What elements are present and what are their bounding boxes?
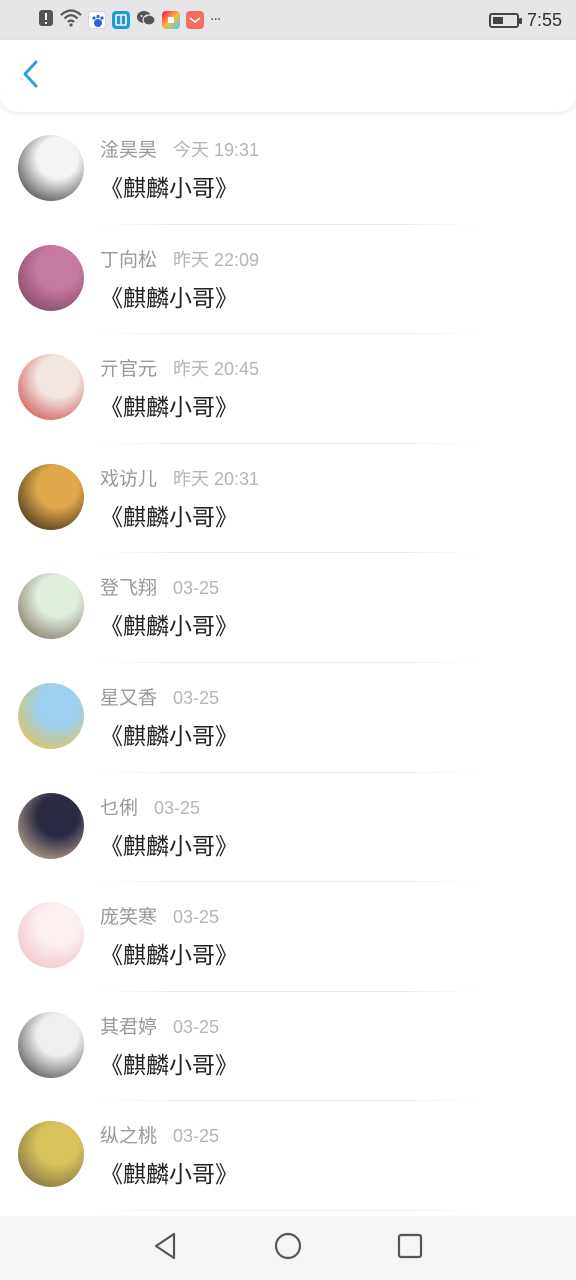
- message-time: 03-25: [154, 797, 201, 818]
- divider: [100, 1209, 476, 1211]
- message-list: 淦昊昊 今天 19:31 《麒麟小哥》 丁向松 昨天 22:09 《麒麟小哥》 亓官元 昨天 …: [0, 115, 576, 1215]
- sender-name: 其君婷: [100, 1015, 158, 1038]
- back-button[interactable]: [0, 40, 60, 112]
- avatar[interactable]: [18, 1121, 84, 1188]
- message-meta: 纵之桃 03-25: [100, 1121, 219, 1148]
- app-icon: [162, 11, 180, 29]
- battery-icon: [488, 12, 522, 28]
- message-meta: 星又香 03-25: [100, 683, 219, 710]
- message-time: 昨天 22:09: [173, 249, 260, 270]
- message-meta: 丁向松 昨天 22:09: [100, 245, 259, 272]
- message-meta: 其君婷 03-25: [100, 1012, 219, 1039]
- message-text: 《麒麟小哥》: [100, 943, 238, 970]
- wifi-icon: [60, 9, 82, 31]
- message-time: 03-25: [173, 1016, 220, 1037]
- status-bar: ··· 7:55: [0, 0, 576, 40]
- message-text: 《麒麟小哥》: [100, 614, 238, 641]
- more-notifications-icon: ···: [210, 12, 221, 28]
- avatar[interactable]: [18, 792, 84, 859]
- message-meta: 庞笑寒 03-25: [100, 902, 219, 929]
- chevron-left-icon: [20, 59, 40, 93]
- message-meta: 乜俐 03-25: [100, 793, 200, 820]
- list-item[interactable]: 纵之桃 03-25 《麒麟小哥》: [0, 1101, 576, 1211]
- nav-back-button[interactable]: [146, 1228, 186, 1268]
- sender-name: 乜俐: [100, 796, 139, 819]
- sender-name: 亓官元: [100, 358, 158, 381]
- message-text: 《麒麟小哥》: [100, 176, 238, 202]
- list-item[interactable]: 登飞翔 03-25 《麒麟小哥》: [0, 553, 576, 663]
- header: [0, 40, 576, 112]
- list-item[interactable]: 丁向松 昨天 22:09 《麒麟小哥》: [0, 225, 576, 335]
- avatar[interactable]: [18, 463, 84, 530]
- sender-name: 登飞翔: [100, 577, 158, 600]
- nav-back-triangle-icon: [152, 1231, 180, 1265]
- nav-recents-square-icon: [396, 1232, 424, 1264]
- nav-home-button[interactable]: [268, 1228, 308, 1268]
- baidu-app-icon: [88, 11, 106, 29]
- message-time: 03-25: [173, 578, 220, 599]
- avatar[interactable]: [18, 682, 84, 749]
- sender-name: 庞笑寒: [100, 906, 158, 929]
- message-time: 03-25: [173, 907, 220, 928]
- nav-home-circle-icon: [273, 1231, 303, 1265]
- message-text: 《麒麟小哥》: [100, 395, 238, 422]
- message-text: 《麒麟小哥》: [100, 833, 238, 860]
- list-item[interactable]: 乜俐 03-25 《麒麟小哥》: [0, 773, 576, 883]
- status-icons: ···: [38, 9, 221, 31]
- message-text: 《麒麟小哥》: [100, 1052, 238, 1079]
- sender-name: 淦昊昊: [100, 139, 158, 161]
- nav-recents-button[interactable]: [390, 1228, 430, 1268]
- avatar[interactable]: [18, 244, 84, 311]
- avatar[interactable]: [18, 135, 84, 201]
- message-time: 昨天 20:45: [173, 359, 260, 380]
- list-item[interactable]: 亓官元 昨天 20:45 《麒麟小哥》: [0, 334, 576, 444]
- list-item[interactable]: 庞笑寒 03-25 《麒麟小哥》: [0, 882, 576, 992]
- message-meta: 登飞翔 03-25: [100, 573, 219, 600]
- battery-level: [492, 16, 503, 24]
- message-meta: 亓官元 昨天 20:45: [100, 354, 259, 381]
- message-time: 03-25: [173, 687, 220, 708]
- sender-name: 纵之桃: [100, 1125, 158, 1148]
- avatar[interactable]: [18, 902, 84, 969]
- sender-name: 丁向松: [100, 248, 158, 271]
- message-time: 今天 19:31: [173, 140, 260, 160]
- sender-name: 星又香: [100, 686, 158, 709]
- system-nav-bar: [0, 1216, 576, 1280]
- book-app-icon: [112, 11, 130, 29]
- list-item[interactable]: 淦昊昊 今天 19:31 《麒麟小哥》: [0, 115, 576, 225]
- list-item[interactable]: 戏访儿 昨天 20:31 《麒麟小哥》: [0, 444, 576, 554]
- status-right: 7:55: [488, 9, 562, 31]
- wechat-icon: [136, 9, 156, 31]
- message-meta: 戏访儿 昨天 20:31: [100, 464, 259, 491]
- avatar[interactable]: [18, 573, 84, 640]
- list-item[interactable]: 其君婷 03-25 《麒麟小哥》: [0, 992, 576, 1102]
- message-time: 昨天 20:31: [173, 468, 260, 489]
- mail-app-icon: [186, 11, 204, 29]
- avatar[interactable]: [18, 1011, 84, 1078]
- message-text: 《麒麟小哥》: [100, 1162, 238, 1189]
- sender-name: 戏访儿: [100, 467, 158, 490]
- message-text: 《麒麟小哥》: [100, 723, 238, 750]
- message-text: 《麒麟小哥》: [100, 504, 238, 531]
- avatar[interactable]: [18, 354, 84, 421]
- message-time: 03-25: [173, 1126, 220, 1147]
- message-text: 《麒麟小哥》: [100, 285, 238, 312]
- message-meta: 淦昊昊 今天 19:31: [100, 135, 259, 162]
- list-item[interactable]: 星又香 03-25 《麒麟小哥》: [0, 663, 576, 773]
- clock: 7:55: [526, 9, 562, 30]
- alert-icon: [38, 9, 54, 31]
